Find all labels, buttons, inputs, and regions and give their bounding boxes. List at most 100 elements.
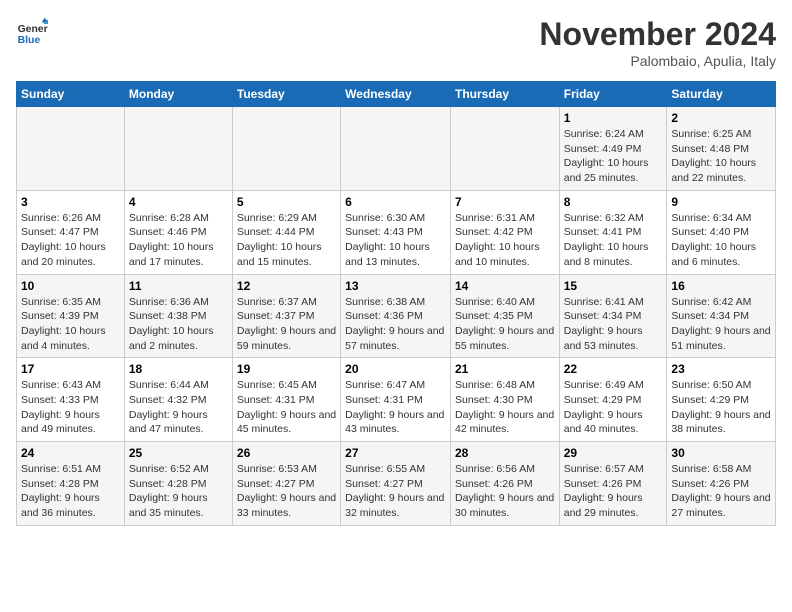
day-info: Sunrise: 6:24 AM Sunset: 4:49 PM Dayligh… [564,127,663,186]
day-number: 28 [455,446,555,460]
header-friday: Friday [559,82,667,107]
location-subtitle: Palombaio, Apulia, Italy [539,53,776,69]
day-number: 12 [237,279,336,293]
day-info: Sunrise: 6:56 AM Sunset: 4:26 PM Dayligh… [455,462,555,521]
day-info: Sunrise: 6:36 AM Sunset: 4:38 PM Dayligh… [129,295,228,354]
calendar-cell: 23 Sunrise: 6:50 AM Sunset: 4:29 PM Dayli… [667,358,776,442]
day-info: Sunrise: 6:53 AM Sunset: 4:27 PM Dayligh… [237,462,336,521]
calendar-row-2: 10 Sunrise: 6:35 AM Sunset: 4:39 PM Dayli… [17,274,776,358]
day-info: Sunrise: 6:43 AM Sunset: 4:33 PM Dayligh… [21,378,120,437]
header-row: SundayMondayTuesdayWednesdayThursdayFrid… [17,82,776,107]
calendar-cell [232,107,340,191]
day-info: Sunrise: 6:52 AM Sunset: 4:28 PM Dayligh… [129,462,228,521]
day-number: 4 [129,195,228,209]
day-number: 22 [564,362,663,376]
day-number: 30 [671,446,771,460]
day-info: Sunrise: 6:50 AM Sunset: 4:29 PM Dayligh… [671,378,771,437]
day-info: Sunrise: 6:47 AM Sunset: 4:31 PM Dayligh… [345,378,446,437]
calendar-cell: 19Sunrise: 6:45 AM Sunset: 4:31 PM Dayli… [232,358,340,442]
calendar-cell: 14 Sunrise: 6:40 AM Sunset: 4:35 PM Dayli… [450,274,559,358]
day-info: Sunrise: 6:32 AM Sunset: 4:41 PM Dayligh… [564,211,663,270]
calendar-cell: 7Sunrise: 6:31 AM Sunset: 4:42 PM Daylig… [450,190,559,274]
page-header: General Blue November 2024 Palombaio, Ap… [16,16,776,69]
calendar-cell: 26 Sunrise: 6:53 AM Sunset: 4:27 PM Dayli… [232,442,340,526]
calendar-cell: 1Sunrise: 6:24 AM Sunset: 4:49 PM Daylig… [559,107,667,191]
day-number: 26 [237,446,336,460]
day-number: 23 [671,362,771,376]
calendar-cell [124,107,232,191]
calendar-cell [17,107,125,191]
calendar-row-1: 3Sunrise: 6:26 AM Sunset: 4:47 PM Daylig… [17,190,776,274]
header-tuesday: Tuesday [232,82,340,107]
calendar-cell: 6 Sunrise: 6:30 AM Sunset: 4:43 PM Daylig… [341,190,451,274]
calendar-cell: 9 Sunrise: 6:34 AM Sunset: 4:40 PM Daylig… [667,190,776,274]
day-info: Sunrise: 6:40 AM Sunset: 4:35 PM Dayligh… [455,295,555,354]
header-monday: Monday [124,82,232,107]
header-thursday: Thursday [450,82,559,107]
day-info: Sunrise: 6:51 AM Sunset: 4:28 PM Dayligh… [21,462,120,521]
calendar-cell: 3Sunrise: 6:26 AM Sunset: 4:47 PM Daylig… [17,190,125,274]
day-info: Sunrise: 6:37 AM Sunset: 4:37 PM Dayligh… [237,295,336,354]
day-number: 6 [345,195,446,209]
day-number: 8 [564,195,663,209]
calendar-cell: 15 Sunrise: 6:41 AM Sunset: 4:34 PM Dayli… [559,274,667,358]
calendar-cell: 28 Sunrise: 6:56 AM Sunset: 4:26 PM Dayli… [450,442,559,526]
header-wednesday: Wednesday [341,82,451,107]
calendar-cell: 22Sunrise: 6:49 AM Sunset: 4:29 PM Dayli… [559,358,667,442]
day-info: Sunrise: 6:48 AM Sunset: 4:30 PM Dayligh… [455,378,555,437]
day-number: 29 [564,446,663,460]
calendar-cell: 2 Sunrise: 6:25 AM Sunset: 4:48 PM Daylig… [667,107,776,191]
day-info: Sunrise: 6:35 AM Sunset: 4:39 PM Dayligh… [21,295,120,354]
day-number: 11 [129,279,228,293]
header-saturday: Saturday [667,82,776,107]
day-number: 17 [21,362,120,376]
calendar-cell [450,107,559,191]
day-info: Sunrise: 6:34 AM Sunset: 4:40 PM Dayligh… [671,211,771,270]
calendar-cell: 17 Sunrise: 6:43 AM Sunset: 4:33 PM Dayli… [17,358,125,442]
calendar-cell: 13Sunrise: 6:38 AM Sunset: 4:36 PM Dayli… [341,274,451,358]
logo: General Blue [16,16,48,48]
calendar-cell [341,107,451,191]
calendar-cell: 11 Sunrise: 6:36 AM Sunset: 4:38 PM Dayli… [124,274,232,358]
day-number: 3 [21,195,120,209]
calendar-table: SundayMondayTuesdayWednesdayThursdayFrid… [16,81,776,526]
day-info: Sunrise: 6:38 AM Sunset: 4:36 PM Dayligh… [345,295,446,354]
calendar-cell: 25 Sunrise: 6:52 AM Sunset: 4:28 PM Dayli… [124,442,232,526]
day-info: Sunrise: 6:45 AM Sunset: 4:31 PM Dayligh… [237,378,336,437]
day-number: 5 [237,195,336,209]
calendar-body: 1Sunrise: 6:24 AM Sunset: 4:49 PM Daylig… [17,107,776,526]
svg-text:Blue: Blue [18,35,41,46]
day-number: 24 [21,446,120,460]
calendar-cell: 4 Sunrise: 6:28 AM Sunset: 4:46 PM Daylig… [124,190,232,274]
day-number: 10 [21,279,120,293]
day-info: Sunrise: 6:31 AM Sunset: 4:42 PM Dayligh… [455,211,555,270]
day-number: 16 [671,279,771,293]
day-number: 2 [671,111,771,125]
day-info: Sunrise: 6:30 AM Sunset: 4:43 PM Dayligh… [345,211,446,270]
day-info: Sunrise: 6:25 AM Sunset: 4:48 PM Dayligh… [671,127,771,186]
title-block: November 2024 Palombaio, Apulia, Italy [539,16,776,69]
day-info: Sunrise: 6:44 AM Sunset: 4:32 PM Dayligh… [129,378,228,437]
day-number: 20 [345,362,446,376]
calendar-row-0: 1Sunrise: 6:24 AM Sunset: 4:49 PM Daylig… [17,107,776,191]
month-title: November 2024 [539,16,776,53]
day-number: 14 [455,279,555,293]
calendar-cell: 24 Sunrise: 6:51 AM Sunset: 4:28 PM Dayli… [17,442,125,526]
day-number: 25 [129,446,228,460]
day-number: 18 [129,362,228,376]
day-number: 21 [455,362,555,376]
day-info: Sunrise: 6:28 AM Sunset: 4:46 PM Dayligh… [129,211,228,270]
calendar-cell: 21 Sunrise: 6:48 AM Sunset: 4:30 PM Dayli… [450,358,559,442]
day-info: Sunrise: 6:58 AM Sunset: 4:26 PM Dayligh… [671,462,771,521]
header-sunday: Sunday [17,82,125,107]
calendar-cell: 20 Sunrise: 6:47 AM Sunset: 4:31 PM Dayli… [341,358,451,442]
day-info: Sunrise: 6:41 AM Sunset: 4:34 PM Dayligh… [564,295,663,354]
calendar-row-4: 24 Sunrise: 6:51 AM Sunset: 4:28 PM Dayli… [17,442,776,526]
calendar-cell: 5 Sunrise: 6:29 AM Sunset: 4:44 PM Daylig… [232,190,340,274]
calendar-row-3: 17 Sunrise: 6:43 AM Sunset: 4:33 PM Dayli… [17,358,776,442]
day-number: 9 [671,195,771,209]
day-info: Sunrise: 6:29 AM Sunset: 4:44 PM Dayligh… [237,211,336,270]
day-number: 15 [564,279,663,293]
calendar-cell: 27Sunrise: 6:55 AM Sunset: 4:27 PM Dayli… [341,442,451,526]
logo-icon: General Blue [16,16,48,48]
